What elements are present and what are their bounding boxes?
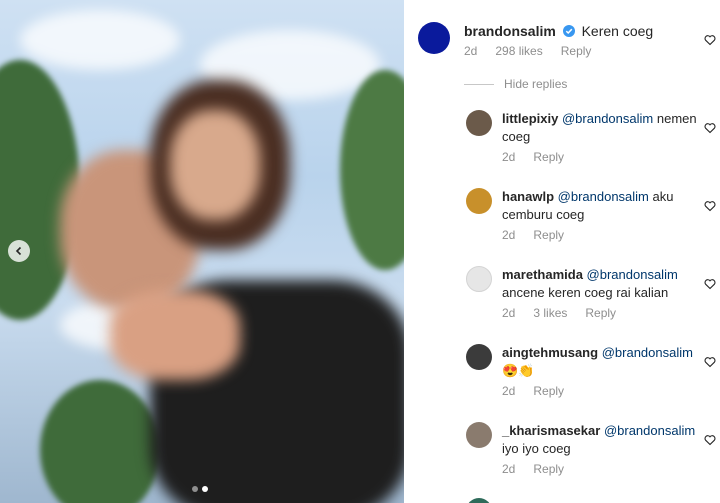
reply-text: iyo iyo coeg [502, 441, 571, 456]
comment-time[interactable]: 2d [464, 44, 477, 58]
reply-time[interactable]: 2d [502, 306, 515, 320]
reply-username[interactable]: aingtehmusang [502, 345, 598, 360]
reply-button[interactable]: Reply [533, 384, 564, 398]
carousel-dots [192, 486, 208, 492]
like-comment-button[interactable] [704, 433, 716, 446]
reply-button[interactable]: Reply [561, 44, 592, 58]
reply-mention[interactable]: @brandonsalim [604, 423, 695, 438]
photo-face [170, 110, 260, 220]
comment-text: Keren coeg [581, 23, 654, 39]
verified-badge-icon [562, 25, 575, 37]
heart-outline-icon [704, 123, 716, 134]
reply-username[interactable]: littlepixiy [502, 111, 558, 126]
reply-text-block: littlepixiy @brandonsalim nemen coeg [502, 110, 700, 146]
reply-item: marethamida @brandonsalim ancene keren c… [466, 266, 720, 326]
carousel-dot [192, 486, 198, 492]
reply-text-block: marethamida @brandonsalim ancene keren c… [502, 266, 700, 302]
comment-likes[interactable]: 298 likes [495, 44, 542, 58]
reply-time[interactable]: 2d [502, 384, 515, 398]
reply-meta: 2d 3 likes Reply [502, 306, 616, 320]
photo-cloud [20, 10, 180, 70]
reply-text-block: aingtehmusang @brandonsalim 😍👏 [502, 344, 700, 380]
avatar[interactable] [466, 344, 492, 370]
avatar[interactable] [418, 22, 450, 54]
reply-item: _kharismasekar @brandonsalim iyo iyo coe… [466, 422, 720, 482]
carousel-dot-active [202, 486, 208, 492]
reply-button[interactable]: Reply [533, 150, 564, 164]
avatar[interactable] [466, 266, 492, 292]
reply-time[interactable]: 2d [502, 150, 515, 164]
reply-item: littlepixiy @brandonsalim nemen coeg 2d … [466, 110, 720, 170]
reply-mention[interactable]: @brandonsalim [602, 345, 693, 360]
post-photo[interactable] [0, 0, 404, 503]
like-comment-button[interactable] [704, 277, 716, 290]
reply-mention[interactable]: @brandonsalim [558, 189, 649, 204]
like-comment-button[interactable] [704, 33, 716, 46]
like-comment-button[interactable] [704, 121, 716, 134]
comments-pane[interactable]: brandonsalim Keren coeg 2d 298 likes Rep… [404, 0, 720, 503]
hide-replies-label: Hide replies [504, 77, 568, 91]
reply-username[interactable]: _kharismasekar [502, 423, 600, 438]
reply-button[interactable]: Reply [533, 228, 564, 242]
avatar[interactable] [466, 110, 492, 136]
reply-mention[interactable]: @brandonsalim [562, 111, 653, 126]
like-comment-button[interactable] [704, 355, 716, 368]
photo-tree [40, 380, 160, 503]
reply-username[interactable]: marethamida [502, 267, 583, 282]
reply-text-block: _kharismasekar @brandonsalim iyo iyo coe… [502, 422, 700, 458]
reply-item: hanawlp @brandonsalim aku cemburu coeg 2… [466, 188, 720, 248]
chevron-left-icon [15, 246, 22, 256]
reply-button[interactable]: Reply [585, 306, 616, 320]
comment-username[interactable]: brandonsalim [464, 23, 556, 39]
carousel-prev-button[interactable] [8, 240, 30, 262]
hide-replies-line [464, 83, 494, 85]
reply-meta: 2d Reply [502, 384, 564, 398]
like-comment-button[interactable] [704, 199, 716, 212]
heart-outline-icon [704, 201, 716, 212]
reply-text-block: hanawlp @brandonsalim aku cemburu coeg [502, 188, 700, 224]
reply-text: 😍👏 [502, 363, 535, 378]
reply-text: ancene keren coeg rai kalian [502, 285, 669, 300]
heart-outline-icon [704, 357, 716, 368]
heart-outline-icon [704, 435, 716, 446]
reply-username[interactable]: hanawlp [502, 189, 554, 204]
hide-replies-button[interactable]: Hide replies [464, 77, 567, 91]
reply-mention[interactable]: @brandonsalim [587, 267, 678, 282]
photo-arm [110, 290, 240, 380]
avatar[interactable] [466, 188, 492, 214]
heart-outline-icon [704, 35, 716, 46]
main-comment-text-line: brandonsalim Keren coeg [464, 22, 653, 40]
photo-tree [340, 70, 404, 270]
reply-likes[interactable]: 3 likes [533, 306, 567, 320]
reply-time[interactable]: 2d [502, 462, 515, 476]
main-comment: brandonsalim Keren coeg 2d 298 likes Rep… [418, 22, 718, 66]
heart-outline-icon [704, 279, 716, 290]
reply-button[interactable]: Reply [533, 462, 564, 476]
reply-meta: 2d Reply [502, 150, 564, 164]
avatar[interactable] [466, 422, 492, 448]
reply-meta: 2d Reply [502, 462, 564, 476]
reply-item: aingtehmusang @brandonsalim 😍👏 2d Reply [466, 344, 720, 404]
reply-time[interactable]: 2d [502, 228, 515, 242]
comment-meta: 2d 298 likes Reply [464, 44, 591, 58]
avatar[interactable] [466, 498, 492, 503]
reply-meta: 2d Reply [502, 228, 564, 242]
